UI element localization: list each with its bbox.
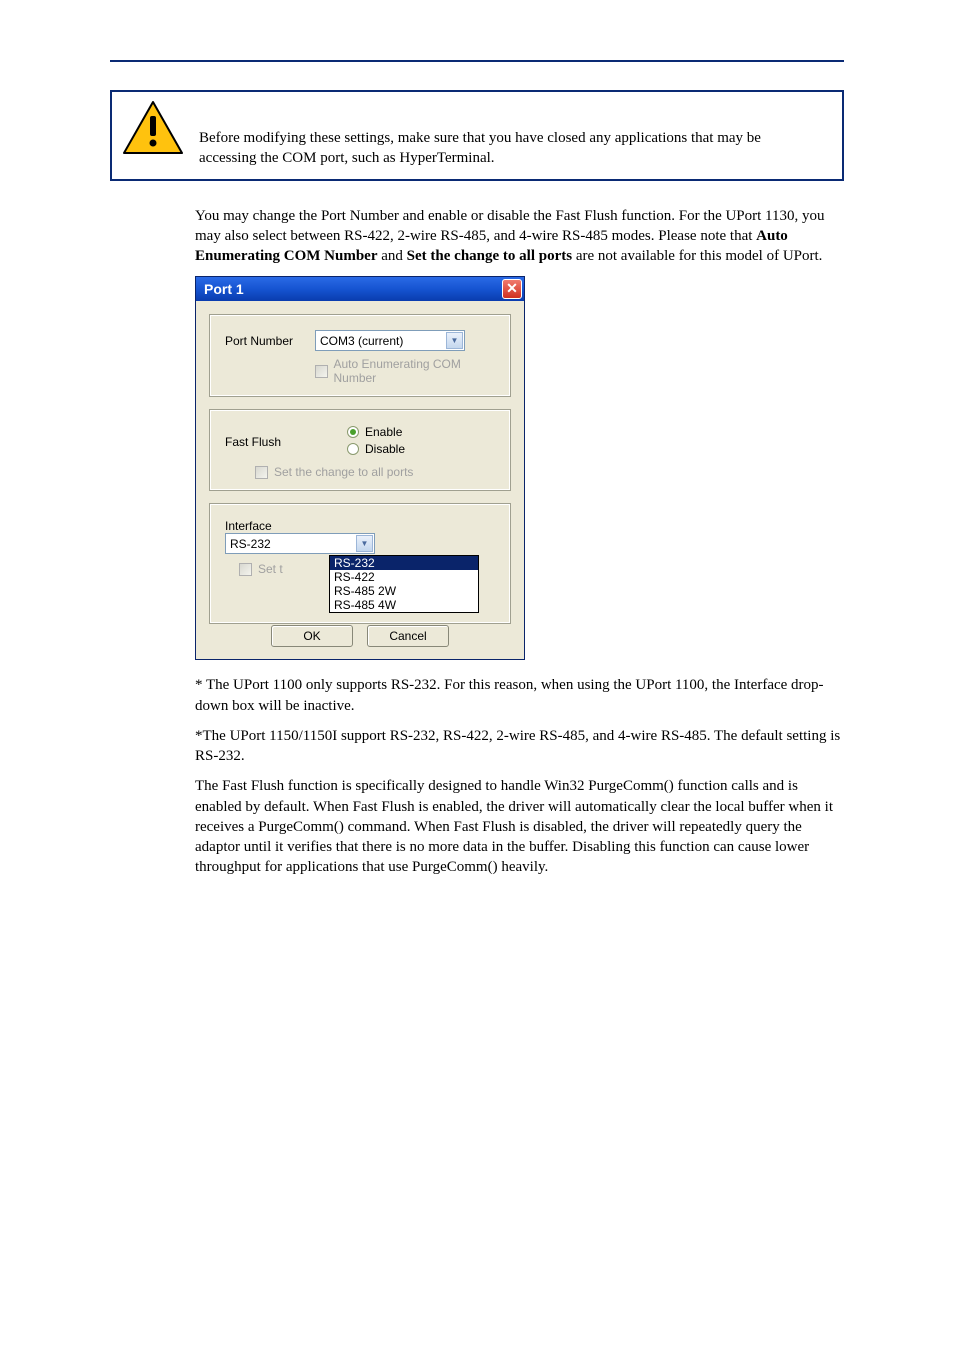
- chevron-down-icon: ▼: [446, 332, 463, 349]
- p1-a: You may change the Port Number and enabl…: [195, 208, 825, 244]
- dialog-buttons: OK Cancel: [210, 625, 510, 647]
- interface-group: Interface RS-232 ▼ Set t RS-232: [210, 504, 510, 623]
- interface-dropdown-list[interactable]: RS-232 RS-422 RS-485 2W RS-485 4W: [329, 555, 479, 613]
- set-truncated-label: Set t: [258, 562, 283, 576]
- interface-value: RS-232: [230, 537, 271, 551]
- port-number-select[interactable]: COM3 (current) ▼: [315, 330, 465, 351]
- dialog-title: Port 1: [204, 281, 244, 297]
- set-all-row: Set the change to all ports: [255, 465, 499, 479]
- cancel-button[interactable]: Cancel: [367, 625, 449, 647]
- set-all-label: Set the change to all ports: [274, 465, 413, 479]
- auto-enum-label: Auto Enumerating COM Number: [334, 357, 500, 385]
- fast-flush-label: Fast Flush: [225, 435, 347, 449]
- option-rs485-2w[interactable]: RS-485 2W: [330, 584, 478, 598]
- enable-radio[interactable]: [347, 426, 359, 438]
- auto-enum-checkbox: [315, 365, 328, 378]
- port-number-label: Port Number: [225, 334, 315, 348]
- port-settings-dialog: Port 1 ✕ Port Number COM3 (current) ▼: [195, 276, 525, 660]
- p1-c: and: [378, 248, 407, 264]
- interface-label: Interface: [225, 519, 272, 533]
- interface-select[interactable]: RS-232 ▼: [225, 533, 375, 554]
- attention-text: Before modifying these settings, make su…: [199, 100, 832, 169]
- disable-label: Disable: [365, 442, 405, 456]
- option-rs422[interactable]: RS-422: [330, 570, 478, 584]
- dialog-titlebar: Port 1 ✕: [196, 277, 524, 301]
- disable-radio[interactable]: [347, 443, 359, 455]
- auto-enum-row: Auto Enumerating COM Number: [315, 357, 499, 385]
- fast-flush-group: Fast Flush Enable Disable: [210, 410, 510, 490]
- paragraph-1: You may change the Port Number and enabl…: [195, 206, 844, 267]
- paragraph-3: *The UPort 1150/1150I support RS-232, RS…: [195, 726, 844, 767]
- enable-label: Enable: [365, 425, 402, 439]
- warning-icon: [122, 100, 184, 160]
- attention-box: Before modifying these settings, make su…: [110, 90, 844, 181]
- set-all-checkbox: [255, 466, 268, 479]
- chevron-down-icon: ▼: [356, 535, 373, 552]
- port-number-value: COM3 (current): [320, 334, 403, 348]
- option-rs232[interactable]: RS-232: [330, 556, 478, 570]
- port-number-group: Port Number COM3 (current) ▼ Auto Enumer…: [210, 315, 510, 396]
- close-icon: ✕: [506, 280, 518, 296]
- top-rule: [110, 60, 844, 62]
- dialog-screenshot: Port 1 ✕ Port Number COM3 (current) ▼: [195, 276, 844, 660]
- set-truncated-row: Set t: [239, 562, 283, 576]
- option-rs485-4w[interactable]: RS-485 4W: [330, 598, 478, 612]
- set-truncated-checkbox: [239, 563, 252, 576]
- paragraph-2: * The UPort 1100 only supports RS-232. F…: [195, 675, 844, 716]
- paragraph-4: The Fast Flush function is specifically …: [195, 776, 844, 877]
- close-button[interactable]: ✕: [502, 279, 522, 299]
- ok-button[interactable]: OK: [271, 625, 353, 647]
- p1-d: Set the change to all ports: [407, 248, 572, 264]
- dialog-body: Port Number COM3 (current) ▼ Auto Enumer…: [196, 301, 524, 659]
- p1-e: are not available for this model of UPor…: [572, 248, 822, 264]
